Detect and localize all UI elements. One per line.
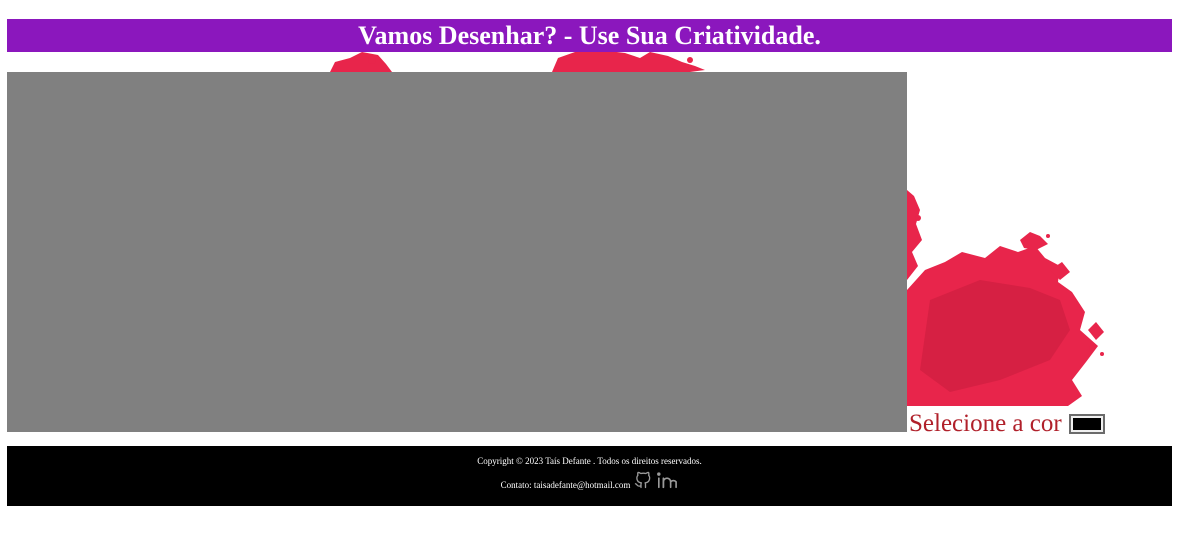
- contact-text: Contato: taisadefante@hotmail.com: [501, 480, 631, 490]
- color-picker-input[interactable]: [1068, 414, 1105, 434]
- page-title: Vamos Desenhar? - Use Sua Criatividade.: [358, 21, 821, 50]
- contact-email: taisadefante@hotmail.com: [533, 480, 631, 490]
- contact-row: Contato: taisadefante@hotmail.com: [7, 470, 1172, 492]
- page-header: Vamos Desenhar? - Use Sua Criatividade.: [7, 19, 1172, 52]
- footer: Copyright © 2023 Taís Defante . Todos os…: [7, 446, 1172, 506]
- linkedin-icon[interactable]: [656, 470, 678, 492]
- color-picker-row: Selecione a cor: [909, 409, 1105, 439]
- color-picker-label: Selecione a cor: [909, 410, 1062, 437]
- color-swatch-fill: [1072, 418, 1101, 430]
- drawing-canvas[interactable]: [7, 72, 907, 432]
- github-icon[interactable]: [633, 470, 653, 492]
- contact-label: Contato:: [500, 480, 532, 490]
- copyright-text: Copyright © 2023 Taís Defante . Todos os…: [477, 456, 702, 466]
- page: Vamos Desenhar? - Use Sua Criatividade. …: [0, 0, 1179, 554]
